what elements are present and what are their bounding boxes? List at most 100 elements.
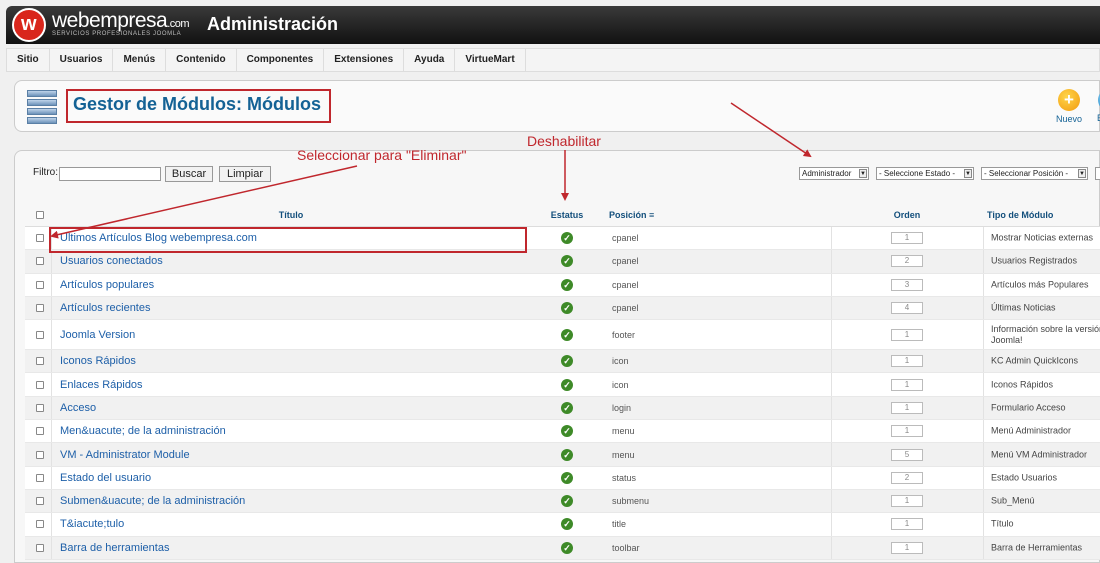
client-select[interactable]: Administrador ▼ (799, 167, 869, 180)
module-title-link[interactable]: Submen&uacute; de la administración (60, 495, 245, 507)
column-divider (831, 420, 832, 443)
row-checkbox[interactable] (36, 280, 44, 289)
module-title-link[interactable]: Iconos Rápidos (60, 355, 136, 367)
filter-input[interactable] (59, 167, 161, 181)
module-manager-icon (27, 90, 57, 124)
module-type-label-line2: Joomla! (991, 334, 1023, 345)
published-check-icon[interactable]: ✓ (561, 232, 573, 245)
search-button[interactable]: Buscar (165, 166, 213, 182)
menu-item[interactable]: VirtueMart (455, 49, 526, 71)
published-check-icon[interactable]: ✓ (561, 541, 573, 554)
new-button[interactable]: + Nuevo (1051, 89, 1087, 124)
clear-button[interactable]: Limpiar (219, 166, 271, 182)
select-all-checkbox[interactable] (36, 211, 44, 219)
column-divider (831, 273, 832, 296)
row-checkbox[interactable] (36, 497, 44, 506)
order-input[interactable]: 2 (891, 471, 923, 484)
module-title-link[interactable]: Acceso (60, 402, 96, 414)
module-title-link[interactable]: Barra de herramientas (60, 542, 169, 554)
row-checkbox[interactable] (36, 234, 44, 243)
row-checkbox[interactable] (36, 257, 44, 266)
row-checkbox[interactable] (36, 473, 44, 482)
module-title-link[interactable]: Usuarios conectados (60, 255, 163, 267)
module-type: Iconos Rápidos (991, 379, 1053, 390)
app-header: w webempresa.com SERVICIOS PROFESIONALES… (6, 6, 1100, 44)
header-title[interactable]: Título (51, 203, 531, 227)
published-check-icon[interactable]: ✓ (561, 518, 573, 531)
module-position: footer (612, 329, 636, 340)
column-divider (831, 320, 832, 350)
module-title-link[interactable]: Men&uacute; de la administración (60, 425, 226, 437)
module-title-link[interactable]: Estado del usuario (60, 472, 151, 484)
row-checkbox[interactable] (36, 330, 44, 339)
row-checkbox[interactable] (36, 450, 44, 459)
column-divider (983, 273, 984, 296)
order-input[interactable]: 5 (891, 448, 923, 461)
published-check-icon[interactable]: ✓ (561, 255, 573, 268)
order-input[interactable]: 1 (891, 495, 923, 508)
order-input[interactable]: 1 (891, 378, 923, 391)
order-input[interactable]: 4 (891, 302, 923, 315)
type-select[interactable] (1095, 167, 1100, 180)
module-title-link[interactable]: T&iacute;tulo (60, 518, 124, 530)
order-input[interactable]: 1 (891, 425, 923, 438)
published-check-icon[interactable]: ✓ (561, 401, 573, 414)
column-divider (983, 536, 984, 559)
published-check-icon[interactable]: ✓ (561, 471, 573, 484)
table-row: Acceso ✓ login 1 Formulario Acceso (25, 396, 1100, 421)
header-order[interactable]: Orden (833, 203, 981, 227)
published-check-icon[interactable]: ✓ (561, 278, 573, 291)
published-check-icon[interactable]: ✓ (561, 425, 573, 438)
logo[interactable]: webempresa.com (52, 9, 190, 33)
menu-item[interactable]: Ayuda (404, 49, 456, 71)
order-input[interactable]: 1 (891, 401, 923, 414)
row-checkbox[interactable] (36, 357, 44, 366)
published-check-icon[interactable]: ✓ (561, 328, 573, 341)
row-checkbox[interactable] (36, 304, 44, 313)
state-select[interactable]: - Seleccione Estado - ▼ (876, 167, 974, 180)
column-divider (831, 466, 832, 489)
order-input[interactable]: 1 (891, 355, 923, 368)
published-check-icon[interactable]: ✓ (561, 355, 573, 368)
row-checkbox[interactable] (36, 380, 44, 389)
module-title-link[interactable]: Artículos populares (60, 279, 154, 291)
order-input[interactable]: 1 (891, 328, 923, 341)
order-input[interactable]: 1 (891, 518, 923, 531)
published-check-icon[interactable]: ✓ (561, 378, 573, 391)
module-title-link[interactable]: Artículos recientes (60, 302, 150, 314)
menu-item[interactable]: Sitio (7, 49, 50, 71)
title-panel: Gestor de Módulos: Módulos + Nuevo E (14, 80, 1100, 132)
position-select[interactable]: - Seleccionar Posición - ▼ (981, 167, 1088, 180)
published-check-icon[interactable]: ✓ (561, 495, 573, 508)
menu-item[interactable]: Menús (113, 49, 167, 71)
column-divider (831, 250, 832, 273)
menu-item[interactable]: Componentes (237, 49, 325, 71)
annotation-delete: Seleccionar para "Eliminar" (297, 147, 467, 163)
menu-item[interactable]: Usuarios (50, 49, 114, 71)
order-input[interactable]: 1 (891, 232, 923, 245)
module-title-link[interactable]: VM - Administrator Module (60, 449, 190, 461)
column-divider (51, 320, 52, 350)
header-position[interactable]: Posición ≡ (609, 203, 669, 227)
column-divider (983, 320, 984, 350)
menu-item[interactable]: Contenido (166, 49, 237, 71)
order-input[interactable]: 1 (891, 541, 923, 554)
column-divider (983, 350, 984, 373)
order-input[interactable]: 3 (891, 278, 923, 291)
module-title-link[interactable]: Enlaces Rápidos (60, 379, 143, 391)
published-check-icon[interactable]: ✓ (561, 302, 573, 315)
module-type: Últimas Noticias (991, 303, 1056, 314)
module-title-link[interactable]: Joomla Version (60, 329, 135, 341)
header-type[interactable]: Tipo de Módulo (987, 203, 1097, 227)
row-checkbox[interactable] (36, 543, 44, 552)
row-checkbox[interactable] (36, 403, 44, 412)
row-checkbox[interactable] (36, 427, 44, 436)
order-input[interactable]: 2 (891, 255, 923, 268)
row-checkbox[interactable] (36, 520, 44, 529)
plus-icon: + (1058, 89, 1080, 111)
column-divider (831, 296, 832, 320)
header-status[interactable]: Estatus (545, 203, 589, 227)
column-divider (831, 350, 832, 373)
menu-item[interactable]: Extensiones (324, 49, 405, 71)
published-check-icon[interactable]: ✓ (561, 448, 573, 461)
